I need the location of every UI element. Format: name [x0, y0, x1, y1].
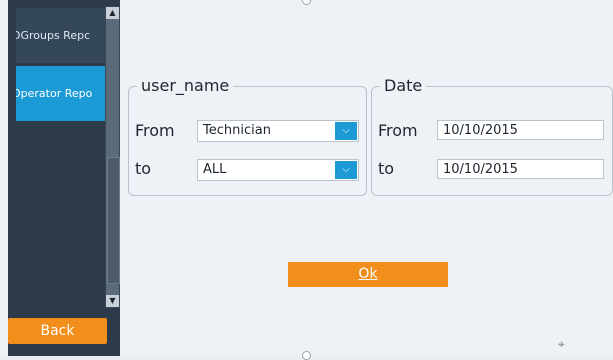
user-from-select[interactable]: Technician ⌵ — [197, 120, 359, 142]
scroll-up-icon[interactable]: ▲ — [106, 7, 119, 19]
sidebar-item-label: DGroups Repc — [16, 29, 91, 42]
date-group: Date From 10/10/2015 to 10/10/2015 — [371, 76, 613, 196]
report-window: DGroups Repc Operator Repo ▲ ▼ Back user… — [0, 0, 613, 360]
user-name-group: user_name From Technician ⌵ to ALL ⌵ — [128, 76, 367, 196]
to-label: to — [378, 159, 395, 178]
select-value: Technician — [203, 123, 271, 138]
chevron-down-icon[interactable]: ⌵ — [335, 122, 357, 140]
ok-button[interactable]: Ok — [288, 262, 448, 287]
user-to-select[interactable]: ALL ⌵ — [197, 159, 359, 181]
resize-handle-top[interactable] — [302, 0, 311, 5]
date-to-field[interactable]: 10/10/2015 — [437, 159, 604, 179]
group-title: user_name — [137, 76, 234, 95]
sidebar-scrollbar[interactable]: ▲ ▼ — [105, 6, 120, 308]
select-value: ALL — [203, 162, 227, 177]
sidebar: DGroups Repc Operator Repo ▲ ▼ — [8, 0, 120, 356]
ok-button-label: Ok — [358, 266, 378, 282]
back-button[interactable]: Back — [8, 318, 107, 344]
to-label: to — [135, 159, 152, 178]
scroll-down-icon[interactable]: ▼ — [106, 295, 119, 307]
sidebar-item-operator-report[interactable]: Operator Repo — [16, 66, 106, 121]
chevron-down-icon[interactable]: ⌵ — [335, 161, 357, 179]
sidebar-item-label: Operator Repo — [16, 87, 93, 100]
pointer-cursor-icon: ⌖ — [558, 337, 565, 351]
group-title: Date — [380, 76, 427, 95]
scroll-thumb[interactable] — [107, 157, 120, 284]
sidebar-item-dgroups-report[interactable]: DGroups Repc — [16, 8, 106, 63]
date-from-field[interactable]: 10/10/2015 — [437, 120, 604, 140]
from-label: From — [135, 121, 175, 140]
from-label: From — [378, 121, 418, 140]
